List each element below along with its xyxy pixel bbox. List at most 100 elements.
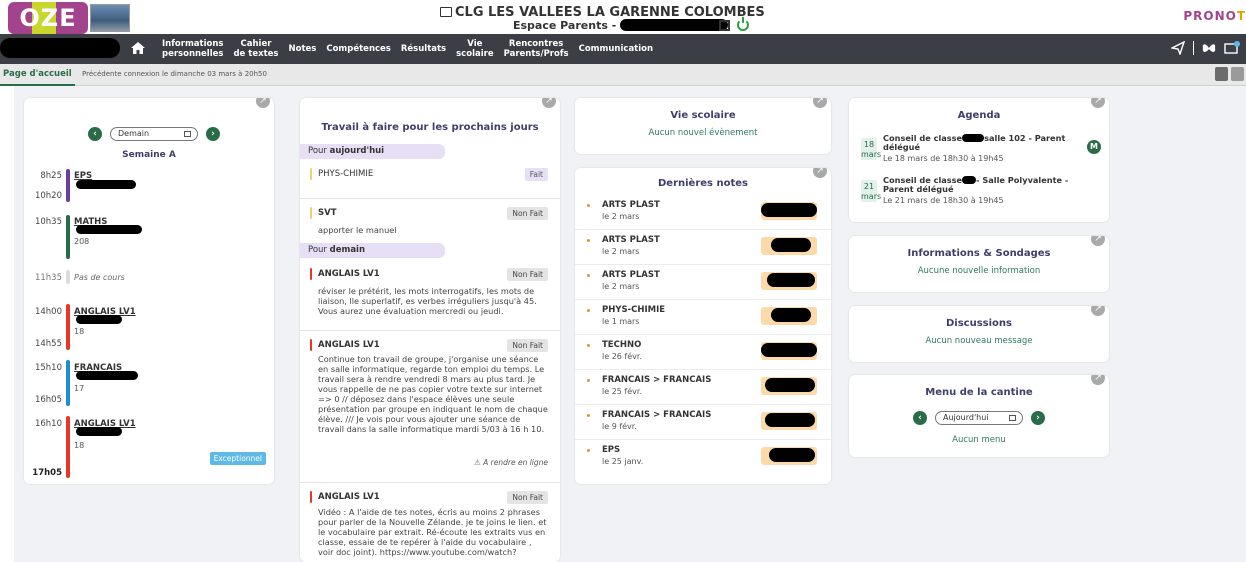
homework-status[interactable]: Non Fait [507, 491, 548, 504]
nav-informations-personnelles[interactable]: Informations personnelles [157, 39, 228, 59]
nav-communication[interactable]: Communication [574, 44, 658, 54]
grade-value-redacted [761, 377, 817, 395]
expand-icon[interactable]: ↗ [256, 98, 270, 108]
grade-row[interactable]: EPS le 25 janv. [575, 441, 831, 475]
lesson-end: 16h05 [34, 395, 62, 405]
nav-vie-scolaire[interactable]: Vie scolaire [451, 39, 498, 59]
redacted-teacher [76, 427, 122, 436]
messages-icon[interactable] [1224, 41, 1240, 55]
discussions-empty: Aucun nouveau message [925, 336, 1033, 346]
nav-competences[interactable]: Compétences [321, 44, 396, 54]
grade-bullet [587, 449, 590, 452]
butterfly-icon[interactable] [1202, 41, 1216, 55]
grade-subject: PHYS-CHIMIE [602, 305, 666, 315]
homework-item[interactable]: ANGLAIS LV1 Non Fait Continue ton travai… [300, 330, 560, 474]
expand-icon[interactable]: ↗ [1091, 98, 1105, 108]
discussions-title: Discussions [945, 318, 1012, 329]
grade-row[interactable]: ARTS PLAST le 2 mars [575, 266, 831, 300]
grades-card: ↗ Dernières notes ARTS PLAST le 2 mars A… [575, 168, 831, 484]
agenda-event-time: Le 21 mars de 18h30 à 19h45 [883, 196, 1004, 205]
grade-row[interactable]: ARTS PLAST le 2 mars [575, 196, 831, 230]
lesson-start: 10h35 [34, 217, 62, 227]
subject-color-bar [310, 268, 312, 280]
agenda-event[interactable]: 21 mars Conseil de classe - Salle Polyvale… [861, 176, 1101, 206]
informations-title: Informations & Sondages [907, 248, 1051, 259]
expand-icon[interactable]: ↗ [813, 98, 827, 108]
timetable-date-nav: ‹ Demain › [88, 127, 220, 141]
last-login-text: Précédente connexion le dimanche 03 mars… [82, 70, 267, 78]
grade-bullet [587, 414, 590, 417]
agenda-badge: M [1087, 140, 1101, 154]
exceptional-badge: Exceptionnel [209, 452, 266, 465]
subject-color-bar [310, 339, 312, 351]
homework-item[interactable]: ANGLAIS LV1 Non Fait Vidéo : A l'aide de… [300, 482, 560, 562]
nav-cahier-de-textes[interactable]: Cahier de textes [228, 39, 283, 59]
nav-items: Informations personnelles Cahier de text… [157, 34, 658, 64]
homework-card: ↗ Travail à faire pour les prochains jou… [300, 98, 560, 562]
nav-notes[interactable]: Notes [283, 44, 321, 54]
id-card-icon [440, 7, 452, 17]
homework-item[interactable]: PHYS-CHIMIE Fait [300, 162, 560, 194]
redacted-student-selector[interactable] [0, 38, 120, 58]
cantine-date-picker[interactable]: Aujourd'hui [935, 411, 1023, 425]
nav-rencontres[interactable]: Rencontres Parents/Profs [499, 39, 574, 59]
school-name: CLG LES VALLEES LA GARENNE COLOMBES [455, 5, 765, 20]
grade-value-redacted [761, 272, 817, 290]
no-course-label: Pas de cours [74, 273, 125, 282]
calendar-icon [184, 131, 191, 137]
school-title: CLG LES VALLEES LA GARENNE COLOMBES [440, 5, 840, 20]
next-day-button[interactable]: › [206, 127, 220, 141]
ent-logo[interactable]: OZE [8, 2, 88, 34]
grade-row[interactable]: FRANCAIS > FRANCAIS le 25 févr. [575, 371, 831, 405]
home-icon[interactable] [131, 42, 145, 54]
expand-icon[interactable]: ↗ [1091, 306, 1105, 316]
lesson-end: 10h20 [34, 191, 62, 201]
grade-row[interactable]: ARTS PLAST le 2 mars [575, 231, 831, 265]
grade-date: le 2 mars [602, 212, 640, 221]
timetable-date-picker[interactable]: Demain [110, 127, 198, 141]
grade-subject: FRANCAIS > FRANCAIS [602, 375, 712, 385]
cantine-next-button[interactable]: › [1031, 411, 1045, 425]
homework-item[interactable]: SVT Non Fait apporter le manuel [300, 198, 560, 240]
homework-title: Travail à faire pour les prochains jours [321, 122, 539, 133]
lesson-color-bar [66, 215, 70, 259]
lesson-start: 11h35 [34, 273, 62, 283]
grade-value-redacted [761, 202, 817, 220]
nav-resultats[interactable]: Résultats [396, 44, 451, 54]
homework-status[interactable]: Non Fait [507, 339, 548, 352]
homework-status[interactable]: Non Fait [507, 268, 548, 281]
date-picker-value: Demain [118, 129, 150, 138]
send-icon[interactable] [1171, 41, 1185, 55]
cantine-empty: Aucun menu [952, 435, 1006, 445]
grade-row[interactable]: PHYS-CHIMIE le 1 mars [575, 301, 831, 335]
day-band-day: demain [329, 245, 366, 255]
redacted-teacher [76, 371, 138, 380]
redacted-teacher [76, 225, 142, 234]
save-icon[interactable] [1215, 67, 1228, 81]
qr-code-icon[interactable] [719, 20, 730, 31]
vie-scolaire-title: Vie scolaire [670, 110, 736, 121]
expand-icon[interactable]: ↗ [542, 98, 556, 108]
grade-date: le 25 févr. [602, 387, 642, 396]
tab-page-accueil[interactable]: Page d'accueil [0, 64, 75, 86]
subject-color-bar [310, 168, 312, 180]
grade-bullet [587, 379, 590, 382]
expand-icon[interactable]: ↗ [1091, 375, 1105, 385]
agenda-event-title: Conseil de classe salle 102 - Parent délé… [883, 134, 1097, 152]
power-icon[interactable] [737, 17, 749, 31]
cantine-title: Menu de la cantine [925, 387, 1033, 398]
print-icon[interactable] [1231, 67, 1244, 81]
grade-row[interactable]: TECHNO le 26 févr. [575, 336, 831, 370]
expand-icon[interactable]: ↗ [1091, 236, 1105, 246]
homework-status[interactable]: Non Fait [507, 207, 548, 220]
homework-item[interactable]: ANGLAIS LV1 Non Fait réviser le prétérit… [300, 261, 560, 327]
cantine-prev-button[interactable]: ‹ [913, 411, 927, 425]
grade-row[interactable]: FRANCAIS > FRANCAIS le 9 févr. [575, 406, 831, 440]
agenda-event[interactable]: 18 mars Conseil de classe salle 102 - Pare… [861, 134, 1101, 164]
agenda-event-title: Conseil de classe - Salle Polyvalente - P… [883, 176, 1097, 194]
prev-day-button[interactable]: ‹ [88, 127, 102, 141]
grade-bullet [587, 309, 590, 312]
homework-status[interactable]: Fait [524, 168, 548, 181]
expand-icon[interactable]: ↗ [813, 168, 827, 178]
lesson-room: 208 [74, 237, 90, 246]
